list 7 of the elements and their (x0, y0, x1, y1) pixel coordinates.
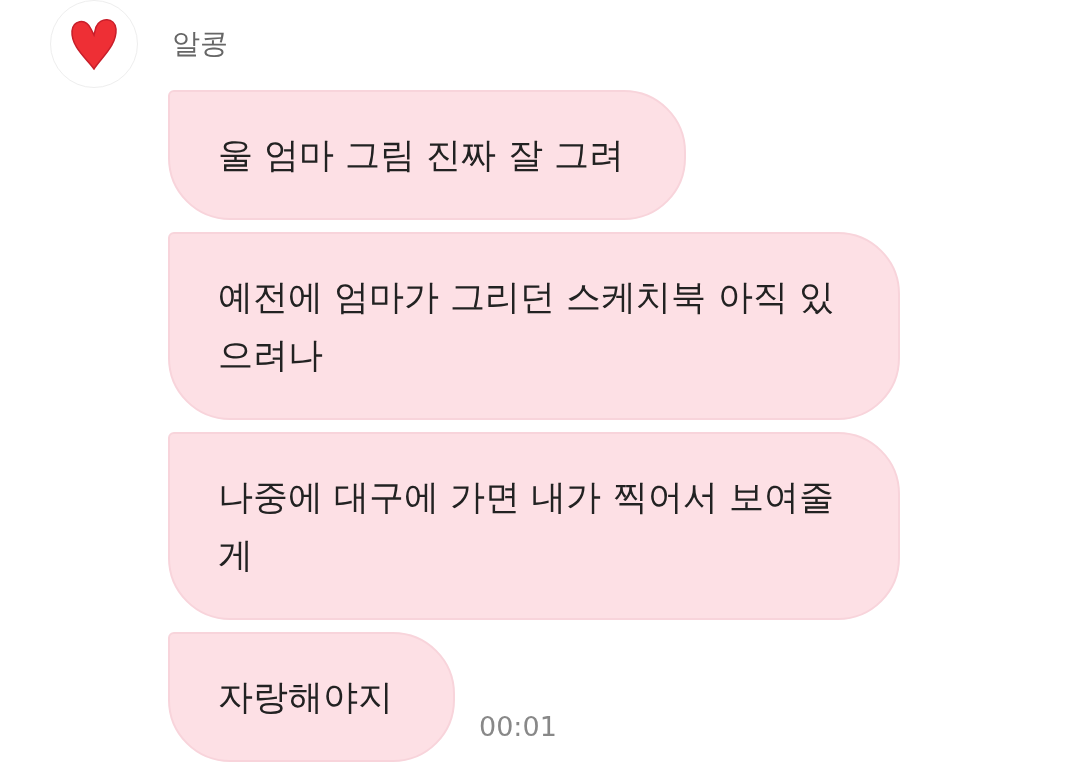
timestamp: 00:01 (479, 711, 557, 742)
sender-name: 알콩 (172, 26, 228, 62)
message-bubble: 울 엄마 그림 진짜 잘 그려 (168, 90, 686, 220)
heart-icon (69, 17, 119, 71)
message-bubble: 예전에 엄마가 그리던 스케치북 아직 있으려나 (168, 232, 900, 420)
message-bubble: 나중에 대구에 가면 내가 찍어서 보여줄게 (168, 432, 900, 620)
message-bubble: 자랑해야지 (168, 632, 455, 762)
